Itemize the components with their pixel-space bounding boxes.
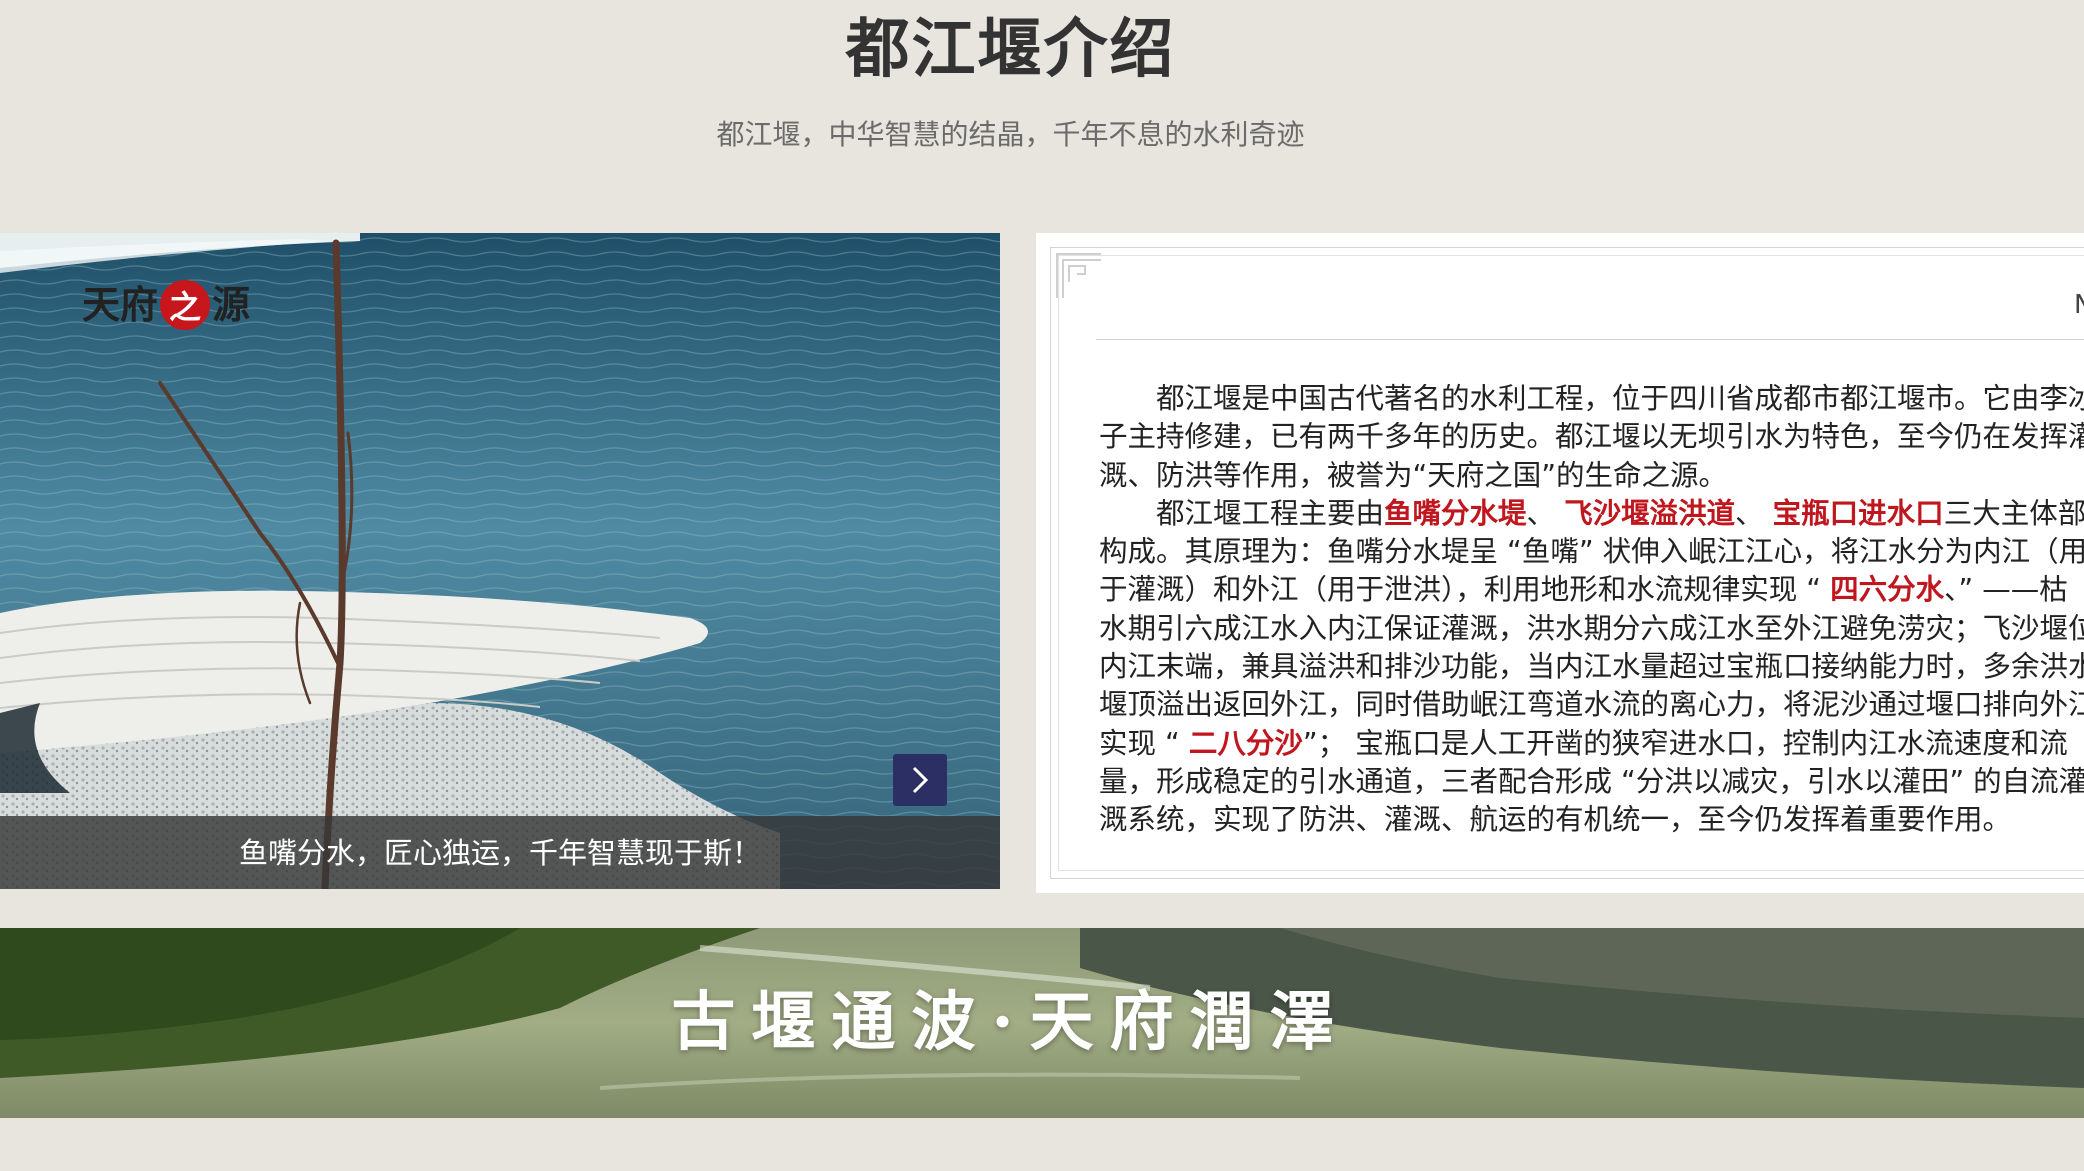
intro-text-line: 于灌溉）和外江（用于泄洪），利用地形和水流规律实现 “ 四六分水、” ——枯 [1099,571,2084,609]
page-title: 都江堰介绍 [845,13,1176,87]
fret-corner-icon [1056,253,1101,298]
text-segment: 三大主体部分 [1943,496,2084,530]
banner-slogan: 古堰通波·天府潤澤 [671,985,1350,1060]
text-segment: 子主持修建，已有两千多年的历史。都江堰以无坝引水为特色，至今仍在发挥灌 [1099,420,2084,454]
intro-text-line: 堰顶溢出返回外江，同时借助岷江弯道水流的离心力，将泥沙通过堰口排向外江， [1099,686,2084,724]
carousel-next-button[interactable] [893,754,947,806]
page-bottom [0,1118,2084,1171]
text-segment: 实现 “ [1099,726,1189,760]
text-segment: 水期引六成江水入内江保证灌溉，洪水期分六成江水至外江避免涝灾；飞沙堰位于 [1099,611,2084,645]
text-segment: 内江末端，兼具溢洪和排沙功能，当内江水量超过宝瓶口接纳能力时，多余洪水从 [1099,650,2084,684]
intro-text-line: 都江堰是中国古代著名的水利工程，位于四川省成都市都江堰市。它由李冰 [1099,380,2084,418]
text-segment: 溉、防洪等作用，被誉为“天府之国”的生命之源。 [1099,458,1728,492]
intro-text-line: 溉、防洪等作用，被誉为“天府之国”的生命之源。 [1099,457,2084,495]
image-carousel[interactable] [0,233,1000,889]
brand-char: 府 [120,282,159,327]
intro-text-line: 实现 “ 二八分沙”； 宝瓶口是人工开凿的狭窄进水口，控制内江水流速度和流 [1099,725,2084,763]
page-subtitle: 都江堰，中华智慧的结晶，千年不息的水利奇迹 [716,118,1305,151]
brand-seal: 之 [160,280,211,330]
highlight-term: 鱼嘴分水堤 [1384,496,1527,530]
text-segment: 构成。其原理为：鱼嘴分水堤呈 “鱼嘴” 状伸入岷江江心，将江水分为内江（用 [1099,535,2084,569]
highlight-term: 飞沙堰溢洪道 [1564,496,1736,530]
brand-logo: 天 府 之 源 [82,280,250,330]
highlight-term: 宝瓶口进水口 [1772,496,1944,530]
text-segment: 、 [1526,496,1565,530]
chevron-right-icon [912,766,929,794]
text-segment: 堰顶溢出返回外江，同时借助岷江弯道水流的离心力，将泥沙通过堰口排向外江， [1099,688,2084,722]
highlight-term: 四六分水 [1830,573,1945,607]
river-photo [0,233,1000,889]
intro-text-line: 都江堰工程主要由鱼嘴分水堤、 飞沙堰溢洪道、 宝瓶口进水口三大主体部分 [1099,495,2084,533]
text-segment: 、 [1735,496,1773,530]
carousel-caption: 鱼嘴分水，匠心独运，千年智慧现于斯！ [238,836,761,870]
intro-text-line: 子主持修建，已有两千多年的历史。都江堰以无坝引水为特色，至今仍在发挥灌 [1099,418,2084,456]
text-segment: 、” ——枯 [1944,573,2068,607]
card-divider [1096,339,2084,340]
text-segment: 于灌溉）和外江（用于泄洪），利用地形和水流规律实现 “ [1099,573,1831,607]
text-segment: 都江堰是中国古代著名的水利工程，位于四川省成都市都江堰市。它由李冰 [1099,382,2084,415]
text-segment: 溉系统，实现了防洪、灌溉、航运的有机统一，至今仍发挥着重要作用。 [1099,803,2012,837]
text-segment: 量，形成稳定的引水通道，三者配合形成 “分洪以减灾，引水以灌田” 的自流灌 [1099,764,2084,798]
intro-text-line: 内江末端，兼具溢洪和排沙功能，当内江水量超过宝瓶口接纳能力时，多余洪水从 [1099,648,2084,686]
intro-text: 都江堰是中国古代著名的水利工程，位于四川省成都市都江堰市。它由李冰 子主持修建，已… [1099,380,2084,840]
intro-text-line: 溉系统，实现了防洪、灌溉、航运的有机统一，至今仍发挥着重要作用。 [1099,801,2084,839]
text-segment: ”； 宝瓶口是人工开凿的狭窄进水口，控制内江水流速度和流 [1302,726,2068,760]
highlight-term: 二八分沙 [1188,726,1303,760]
text-segment: 都江堰工程主要由 [1099,496,1385,530]
brand-char: 天 [82,282,121,327]
brand-char: 源 [212,282,251,327]
intro-text-line: 量，形成稳定的引水通道，三者配合形成 “分洪以减灾，引水以灌田” 的自流灌 [1099,763,2084,801]
intro-text-line: 水期引六成江水入内江保证灌溉，洪水期分六成江水至外江避免涝灾；飞沙堰位于 [1099,610,2084,648]
slogan-banner: 古堰通波·天府潤澤 [0,928,2084,1118]
card-edge-letter: N [2074,290,2084,320]
intro-text-line: 构成。其原理为：鱼嘴分水堤呈 “鱼嘴” 状伸入岷江江心，将江水分为内江（用 [1099,533,2084,571]
